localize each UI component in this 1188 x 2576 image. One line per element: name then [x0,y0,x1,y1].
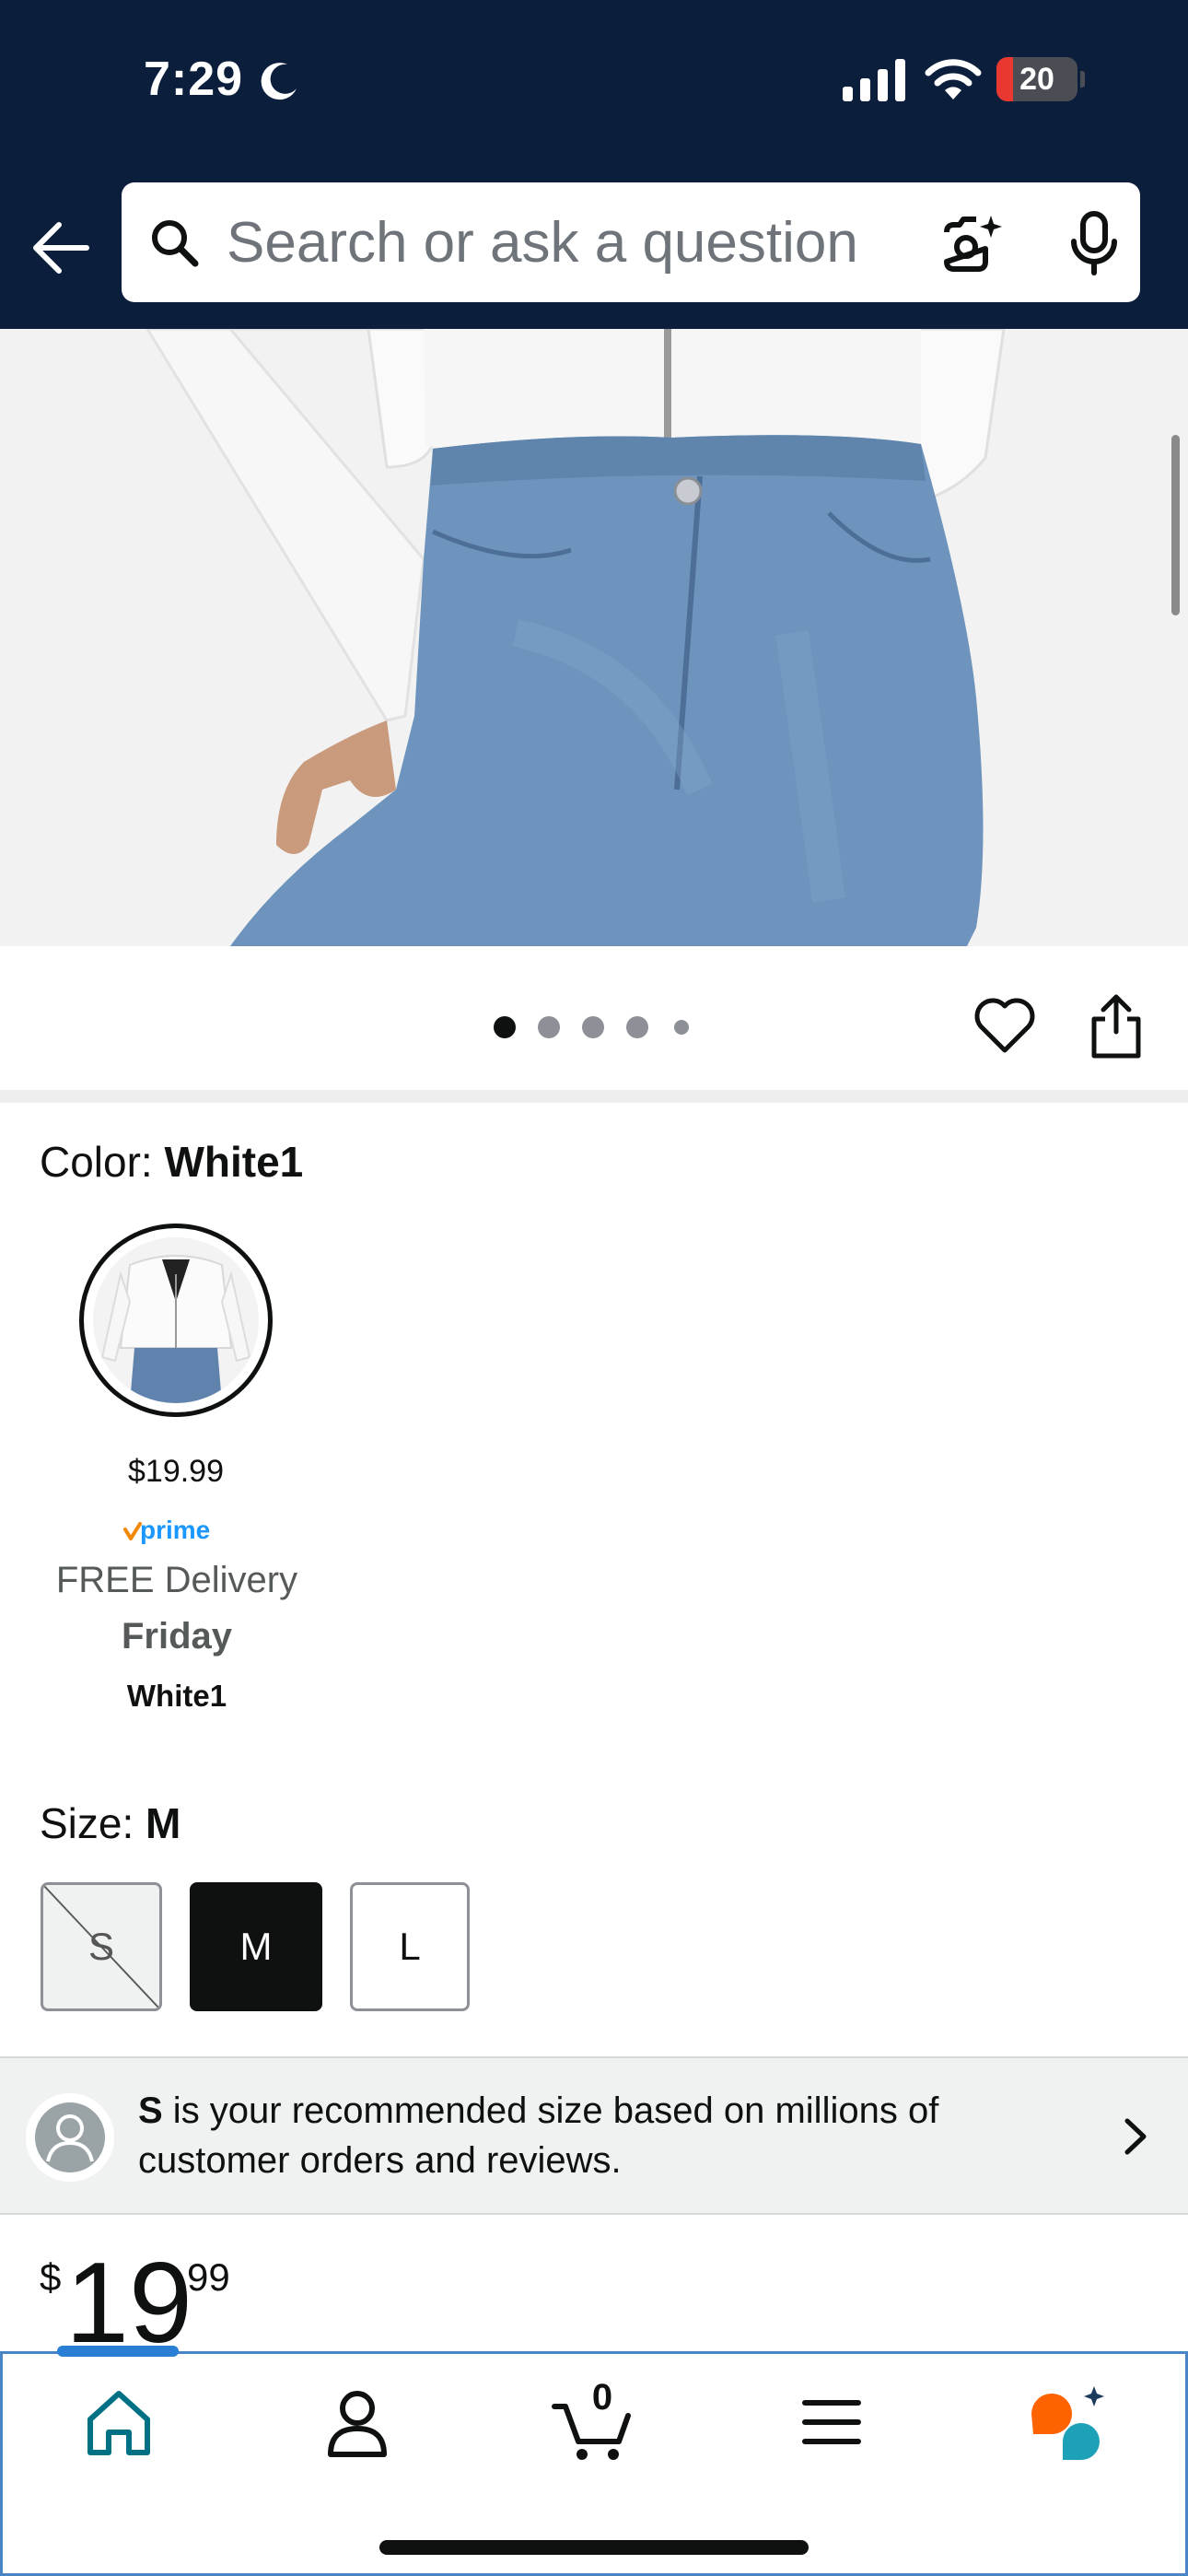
carousel-dot[interactable] [626,1016,648,1038]
color-label: Color: White1 [40,1138,304,1186]
battery-indicator: 20 [996,57,1085,101]
product-image[interactable] [0,329,1188,946]
swatch-name: White1 [126,1679,227,1713]
recommendation-text: S is your recommended size based on mill… [138,2090,939,2181]
wifi-icon [925,59,982,100]
carousel-dot[interactable] [538,1016,560,1038]
scrollbar[interactable] [1171,435,1180,615]
size-value: M [146,1799,181,1847]
camera-search-icon[interactable] [939,212,1004,276]
color-value: White1 [164,1138,304,1186]
search-input[interactable] [227,182,982,302]
home-icon[interactable] [77,2381,160,2464]
home-indicator [379,2540,809,2555]
svg-text:prime: prime [140,1516,210,1544]
share-icon[interactable] [1087,991,1146,1060]
color-swatch-white1[interactable] [79,1224,273,1417]
heart-icon[interactable] [973,995,1037,1056]
carousel-dot[interactable] [674,1020,689,1035]
search-bar[interactable] [122,182,1140,302]
section-divider [0,1090,1188,1103]
product-photo [0,329,1188,946]
back-arrow-icon[interactable] [28,216,92,280]
nav-active-indicator [57,2346,179,2357]
size-recommendation-banner[interactable]: S is your recommended size based on mill… [0,2056,1188,2215]
price-fraction: 99 [187,2255,230,2299]
cart-count: 0 [591,2377,613,2418]
price-whole: 19 [65,2240,192,2367]
size-option-s[interactable]: S [41,1882,162,2011]
user-avatar-icon [26,2093,114,2182]
signal-icon [843,59,905,101]
price-symbol: $ [40,2255,62,2299]
moon-icon [261,63,297,100]
rufus-assistant-icon[interactable] [1026,2381,1109,2464]
carousel-dot[interactable] [582,1016,604,1038]
status-time: 7:29 [144,53,244,106]
size-option-m[interactable]: M [190,1882,322,2011]
swatch-thumbnail [93,1237,259,1403]
swatch-price: $19.99 [128,1454,224,1489]
swatch-delivery: FREE Delivery [55,1560,298,1600]
menu-icon[interactable] [790,2381,873,2464]
size-label: Size: M [40,1799,181,1847]
search-icon [152,220,199,267]
chevron-right-icon[interactable] [1116,2113,1153,2160]
size-option-l[interactable]: L [350,1882,470,2011]
swatch-delivery-day: Friday [121,1616,233,1657]
account-icon[interactable] [316,2381,399,2464]
carousel-dot[interactable] [494,1016,516,1038]
prime-logo: prime [123,1516,210,1544]
microphone-icon[interactable] [1066,210,1122,276]
